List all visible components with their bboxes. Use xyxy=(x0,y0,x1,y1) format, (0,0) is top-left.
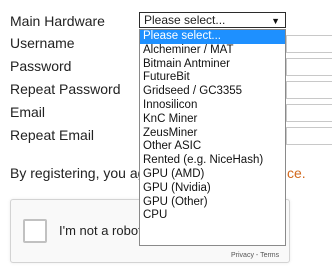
dropdown-option[interactable]: Other ASIC xyxy=(140,140,285,154)
dropdown-option[interactable]: Alcheminer / MAT xyxy=(140,44,285,58)
repeat-password-input[interactable] xyxy=(286,81,332,99)
dropdown-option[interactable]: CPU xyxy=(140,209,285,223)
username-input[interactable] xyxy=(286,35,332,53)
password-label: Password xyxy=(10,58,72,74)
email-input[interactable] xyxy=(286,104,332,122)
caret-down-icon: ▼ xyxy=(271,16,280,26)
username-label: Username xyxy=(10,35,75,51)
repeat-password-label: Repeat Password xyxy=(10,81,121,97)
dropdown-option[interactable]: Innosilicon xyxy=(140,99,285,113)
password-input[interactable] xyxy=(286,58,332,76)
email-label: Email xyxy=(10,104,46,120)
recaptcha-terms-link[interactable]: Terms xyxy=(260,252,279,259)
recaptcha-checkbox[interactable] xyxy=(23,219,47,243)
dropdown-option[interactable]: FutureBit xyxy=(140,71,285,85)
terms-text: By registering, you ag xyxy=(10,165,146,181)
registration-page: Main Hardware Username Password Repeat P… xyxy=(0,0,332,272)
recaptcha-links: Privacy - Terms xyxy=(231,251,279,260)
dropdown-option[interactable]: GPU (AMD) xyxy=(140,168,285,182)
recaptcha-label: I'm not a robot xyxy=(59,223,142,238)
hardware-dropdown-list[interactable]: Please select... Alcheminer / MAT Bitmain … xyxy=(139,29,286,246)
dropdown-option[interactable]: GPU (Nvidia) xyxy=(140,182,285,196)
dropdown-option[interactable]: Rented (e.g. NiceHash) xyxy=(140,154,285,168)
recaptcha-separator: - xyxy=(255,252,259,259)
dropdown-option[interactable]: Bitmain Antminer xyxy=(140,58,285,72)
repeat-email-input[interactable] xyxy=(286,127,332,145)
dropdown-option[interactable]: KnC Miner xyxy=(140,113,285,127)
main-hardware-label: Main Hardware xyxy=(10,13,105,29)
recaptcha-privacy-link[interactable]: Privacy xyxy=(231,252,254,259)
dropdown-option[interactable]: Please select... xyxy=(140,30,285,44)
dropdown-option[interactable]: Gridseed / GC3355 xyxy=(140,85,285,99)
main-hardware-select[interactable]: Please select... ▼ xyxy=(139,12,286,28)
terms-link[interactable]: ce. xyxy=(287,164,306,182)
dropdown-option[interactable]: ZeusMiner xyxy=(140,127,285,141)
dropdown-option[interactable]: GPU (Other) xyxy=(140,196,285,210)
select-value: Please select... xyxy=(144,13,226,27)
repeat-email-label: Repeat Email xyxy=(10,127,95,143)
